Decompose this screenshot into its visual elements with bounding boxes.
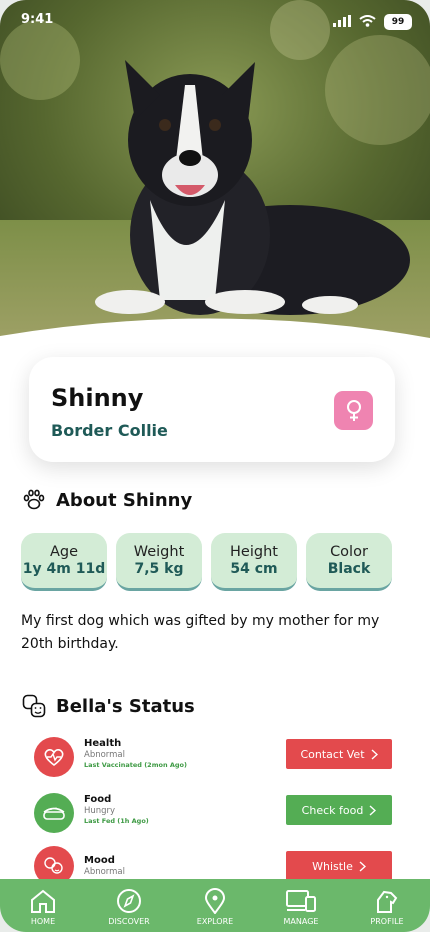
nav-explore[interactable]: EXPLORE [180, 879, 250, 926]
devices-icon [286, 890, 316, 912]
pet-profile-screen: 9:41 99 Shinny Border Collie About Shinn… [0, 0, 430, 932]
attribute-weight: Weight 7,5 kg [116, 533, 202, 591]
chevron-right-icon [371, 748, 378, 760]
attribute-value: Black [327, 561, 371, 577]
pet-description: My first dog which was gifted by my moth… [21, 613, 380, 652]
attribute-value: 7,5 kg [134, 561, 184, 577]
profile-icon [377, 890, 398, 913]
bottom-navigation: HOME DISCOVER EXPLORE MANAGE PROFILE [0, 879, 430, 932]
mood-faces-icon [44, 857, 63, 874]
contact-vet-button[interactable]: Contact Vet [286, 739, 392, 769]
paw-icon [23, 489, 45, 510]
nav-profile[interactable]: PROFILE [352, 879, 422, 926]
attribute-list: Age 1y 4m 11d Weight 7,5 kg Height 54 cm… [21, 533, 392, 591]
nav-label: MANAGE [283, 917, 319, 926]
female-symbol-icon [346, 399, 361, 421]
wifi-icon [359, 12, 376, 31]
food-bowl-icon [43, 807, 65, 820]
nav-discover[interactable]: DISCOVER [94, 879, 164, 926]
status-item-note: Last Vaccinated (2mon Ago) [84, 761, 187, 769]
gender-button[interactable] [334, 391, 373, 430]
status-item-title: Food [84, 794, 112, 805]
attribute-label: Color [330, 544, 368, 560]
button-label: Contact Vet [300, 747, 365, 761]
heart-pulse-icon [44, 749, 64, 767]
status-section-header: Bella's Status [22, 694, 195, 718]
battery-indicator: 99 [384, 13, 412, 30]
status-item-subtitle: Abnormal [84, 867, 125, 877]
status-item-subtitle: Abnormal [84, 750, 125, 760]
attribute-label: Height [230, 544, 278, 560]
nav-home[interactable]: HOME [8, 879, 78, 926]
pet-photo [0, 0, 430, 360]
map-pin-icon [204, 888, 226, 914]
nav-manage[interactable]: MANAGE [266, 879, 336, 926]
about-title: About Shinny [56, 489, 193, 511]
status-icon-food [34, 793, 74, 833]
status-item-title: Health [84, 738, 122, 749]
status-bar: 9:41 99 [0, 0, 430, 44]
pet-name: Shinny [51, 384, 144, 412]
status-icon-health [34, 737, 74, 777]
button-label: Check food [301, 803, 364, 817]
attribute-value: 1y 4m 11d [22, 561, 106, 577]
nav-label: EXPLORE [196, 917, 234, 926]
pet-breed: Border Collie [51, 421, 168, 440]
chevron-right-icon [359, 860, 366, 872]
attribute-label: Age [49, 544, 79, 560]
whistle-button[interactable]: Whistle [286, 851, 392, 881]
status-item-subtitle: Hungry [84, 806, 116, 816]
mood-faces-icon [22, 694, 46, 718]
status-row-food: Food Hungry Last Fed (1h Ago) Check food [34, 793, 392, 835]
attribute-age: Age 1y 4m 11d [21, 533, 107, 591]
pet-info-card: Shinny Border Collie [29, 357, 395, 462]
compass-icon [117, 889, 141, 913]
nav-label: HOME [30, 917, 56, 926]
status-time: 9:41 [21, 12, 54, 27]
status-row-health: Health Abnormal Last Vaccinated (2mon Ag… [34, 737, 392, 779]
about-section-header: About Shinny [22, 488, 192, 512]
attribute-label: Weight [133, 544, 185, 560]
signal-icon [333, 12, 351, 31]
status-item-title: Mood [84, 855, 115, 866]
nav-label: DISCOVER [108, 917, 150, 926]
status-item-note: Last Fed (1h Ago) [84, 817, 149, 825]
attribute-color: Color Black [306, 533, 392, 591]
button-label: Whistle [312, 859, 353, 873]
attribute-value: 54 cm [230, 561, 278, 577]
nav-label: PROFILE [370, 917, 404, 926]
status-title: Bella's Status [56, 695, 195, 717]
attribute-height: Height 54 cm [211, 533, 297, 591]
chevron-right-icon [369, 804, 377, 816]
check-food-button[interactable]: Check food [286, 795, 392, 825]
home-icon [31, 889, 55, 913]
